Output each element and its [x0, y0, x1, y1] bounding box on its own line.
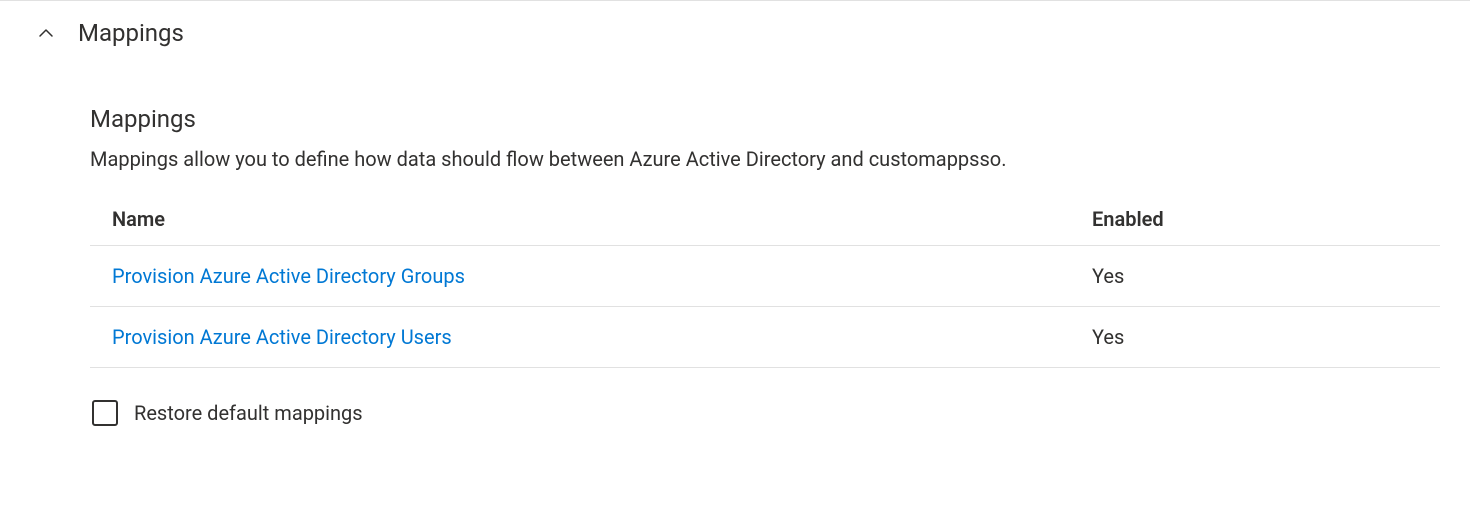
chevron-up-icon[interactable]: [38, 25, 54, 41]
restore-default-row: Restore default mappings: [90, 368, 1440, 426]
mappings-content: Mappings Mappings allow you to define ho…: [0, 65, 1440, 426]
table-row: Provision Azure Active Directory Groups …: [90, 246, 1440, 307]
cell-enabled: Yes: [1092, 264, 1440, 288]
cell-enabled: Yes: [1092, 325, 1440, 349]
section-header-title: Mappings: [78, 19, 184, 47]
mappings-section-header[interactable]: Mappings: [0, 1, 1470, 65]
content-description: Mappings allow you to define how data sh…: [90, 147, 1440, 171]
mapping-link-groups[interactable]: Provision Azure Active Directory Groups: [112, 264, 465, 288]
cell-name: Provision Azure Active Directory Users: [112, 325, 1092, 349]
restore-default-checkbox[interactable]: [92, 400, 118, 426]
column-header-name: Name: [112, 207, 1092, 231]
mappings-table: Name Enabled Provision Azure Active Dire…: [90, 197, 1440, 368]
mapping-link-users[interactable]: Provision Azure Active Directory Users: [112, 325, 452, 349]
table-row: Provision Azure Active Directory Users Y…: [90, 307, 1440, 368]
cell-name: Provision Azure Active Directory Groups: [112, 264, 1092, 288]
restore-default-label: Restore default mappings: [134, 401, 363, 425]
table-header: Name Enabled: [90, 197, 1440, 246]
content-heading: Mappings: [90, 105, 1440, 133]
column-header-enabled: Enabled: [1092, 207, 1440, 231]
